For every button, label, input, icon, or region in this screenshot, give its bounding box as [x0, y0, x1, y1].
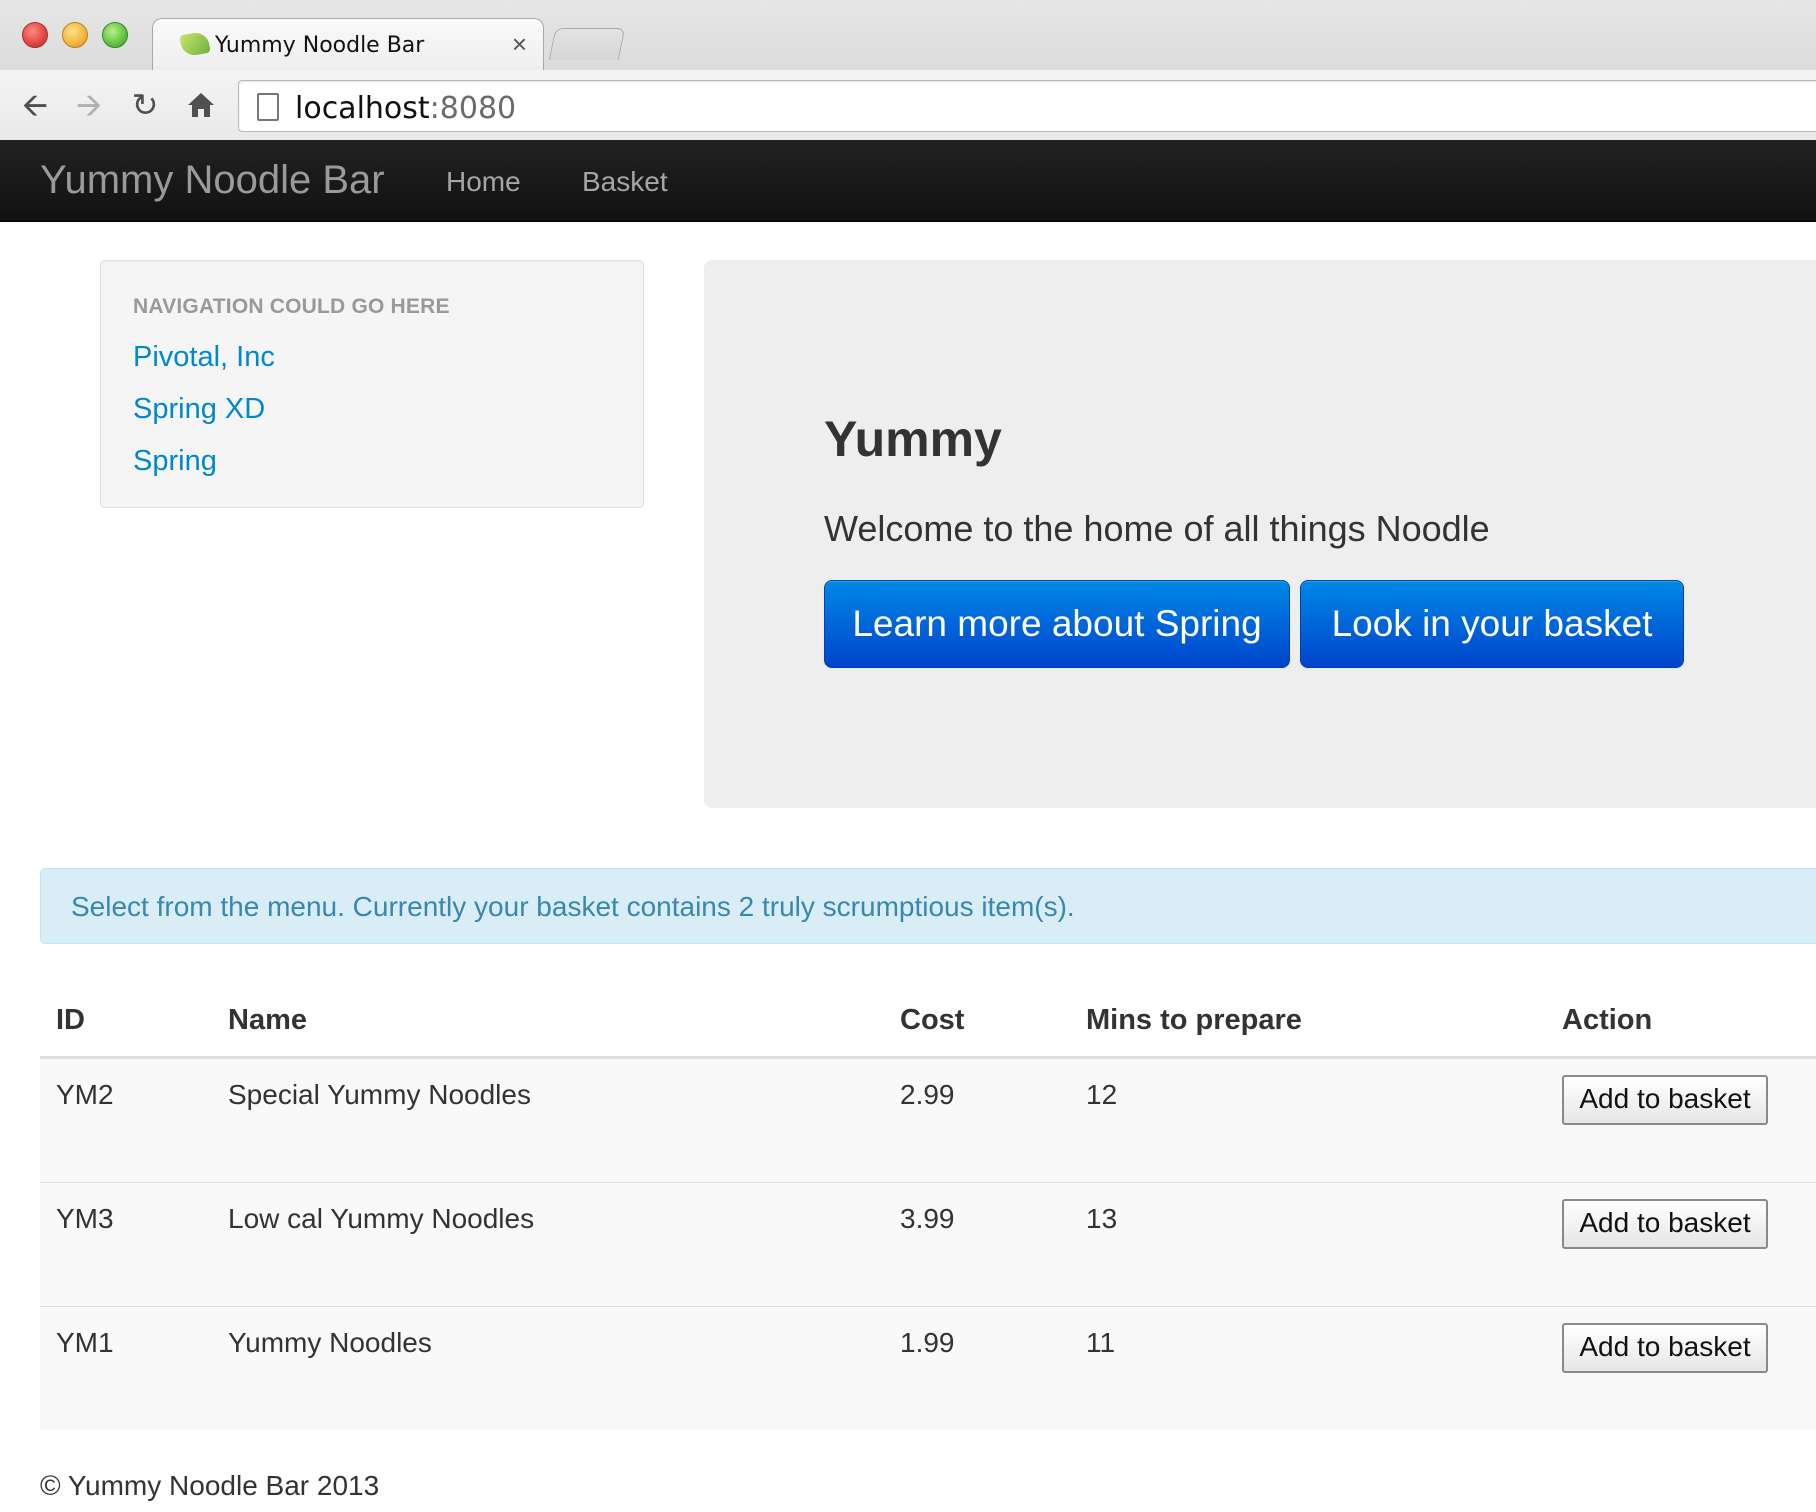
back-arrow-icon[interactable]: 🡨 [14, 84, 56, 126]
header-action: Action [1562, 1004, 1653, 1036]
window-close-button[interactable] [22, 22, 48, 48]
url-text[interactable]: localhost:8080 [295, 91, 516, 126]
tab-title: Yummy Noodle Bar [215, 33, 425, 58]
url-host: localhost [295, 91, 430, 126]
spring-leaf-icon [179, 30, 211, 58]
browser-tab[interactable]: Yummy Noodle Bar × [152, 18, 544, 70]
alert-text: Select from the menu. Currently your bas… [71, 891, 1075, 922]
address-bar[interactable]: localhost:8080 [238, 80, 1816, 132]
table-row: YM3 Low cal Yummy Noodles 3.99 13 Add to… [40, 1182, 1816, 1306]
hero-subtitle: Welcome to the home of all things Noodle [824, 508, 1490, 549]
tab-close-icon[interactable]: × [512, 29, 527, 60]
hero-title: Yummy [824, 411, 1002, 467]
cell-id: YM3 [56, 1203, 114, 1234]
page-icon [257, 93, 279, 121]
cell-name: Special Yummy Noodles [228, 1079, 531, 1110]
look-in-basket-button[interactable]: Look in your basket [1300, 580, 1684, 668]
add-to-basket-button[interactable]: Add to basket [1562, 1199, 1768, 1249]
sidebar-header: NAVIGATION COULD GO HERE [133, 295, 450, 318]
header-id: ID [56, 1004, 85, 1036]
cell-cost: 1.99 [900, 1327, 955, 1358]
table-row: YM2 Special Yummy Noodles 2.99 12 Add to… [40, 1058, 1816, 1182]
app-navbar: Yummy Noodle Bar Home Basket [0, 140, 1816, 222]
table-row: YM1 Yummy Noodles 1.99 11 Add to basket [40, 1306, 1816, 1430]
add-to-basket-button[interactable]: Add to basket [1562, 1075, 1768, 1125]
header-cost: Cost [900, 1004, 965, 1036]
hero-unit: Yummy Welcome to the home of all things … [704, 260, 1816, 808]
header-name: Name [228, 1004, 307, 1036]
header-mins: Mins to prepare [1086, 1004, 1302, 1036]
browser-chrome: Yummy Noodle Bar × 🡨 🡪 ↻ localhost:8080 [0, 0, 1816, 140]
forward-arrow-icon[interactable]: 🡪 [68, 84, 110, 126]
cell-mins: 11 [1086, 1327, 1116, 1358]
brand-link[interactable]: Yummy Noodle Bar [40, 158, 385, 203]
cell-mins: 12 [1086, 1079, 1118, 1110]
sidebar-link-spring[interactable]: Spring [133, 445, 217, 478]
cell-cost: 3.99 [900, 1203, 955, 1234]
basket-info-alert: Select from the menu. Currently your bas… [40, 868, 1816, 944]
sidebar-nav: NAVIGATION COULD GO HERE Pivotal, Inc Sp… [100, 260, 644, 508]
add-to-basket-button[interactable]: Add to basket [1562, 1323, 1768, 1373]
learn-more-spring-button[interactable]: Learn more about Spring [824, 580, 1290, 668]
cell-cost: 2.99 [900, 1079, 955, 1110]
sidebar-link-spring-xd[interactable]: Spring XD [133, 393, 265, 426]
cell-id: YM2 [56, 1079, 114, 1110]
cell-id: YM1 [56, 1327, 114, 1358]
nav-home-link[interactable]: Home [446, 166, 521, 198]
url-port: :8080 [429, 91, 517, 126]
new-tab-button[interactable] [548, 28, 626, 60]
sidebar-link-pivotal[interactable]: Pivotal, Inc [133, 341, 275, 374]
footer-copyright: © Yummy Noodle Bar 2013 [40, 1470, 380, 1501]
window-minimize-button[interactable] [62, 22, 88, 48]
browser-toolbar: 🡨 🡪 ↻ localhost:8080 [0, 70, 1816, 140]
cell-name: Yummy Noodles [228, 1327, 432, 1358]
home-icon[interactable] [180, 84, 222, 126]
window-zoom-button[interactable] [102, 22, 128, 48]
cell-name: Low cal Yummy Noodles [228, 1203, 535, 1234]
reload-icon[interactable]: ↻ [124, 84, 166, 126]
cell-mins: 13 [1086, 1203, 1118, 1234]
nav-basket-link[interactable]: Basket [582, 166, 668, 198]
